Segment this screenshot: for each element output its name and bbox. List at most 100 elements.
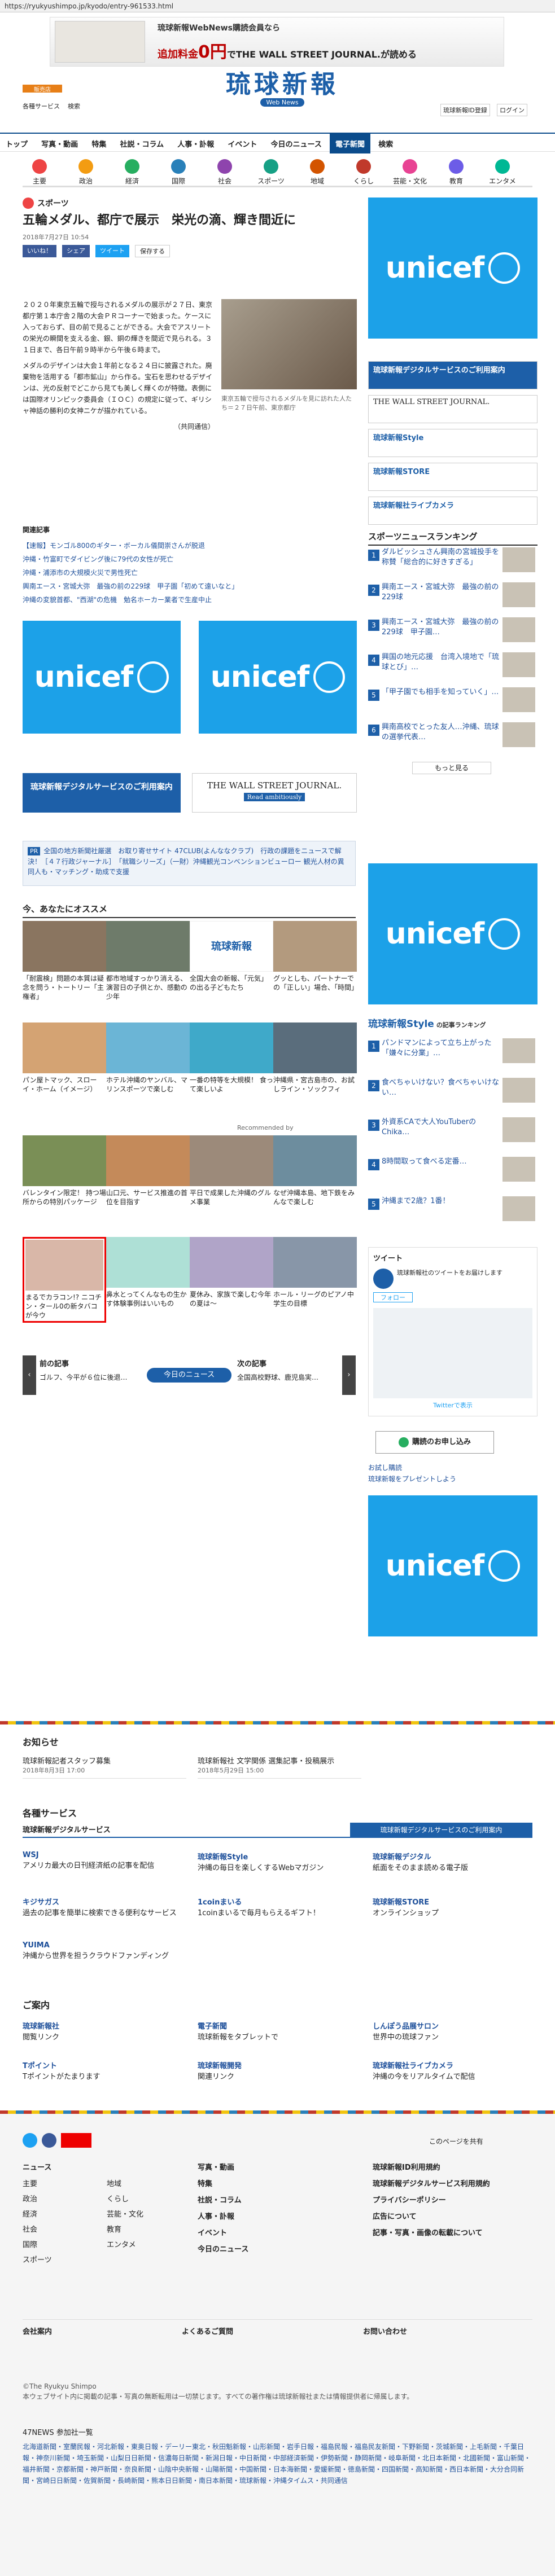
nav-item[interactable]: 社説・コラム: [114, 134, 169, 153]
member-list[interactable]: 北海道新聞・室蘭民報・河北新報・東奥日報・デーリー東北・秋田魁新報・山形新聞・岩…: [23, 2441, 532, 2486]
recommend-item[interactable]: バレンタイン限定！ 持つ場所からの特別パッケージ: [23, 1135, 106, 1206]
cat-item[interactable]: エンタメ: [486, 158, 519, 186]
guide-item[interactable]: 電子新聞 琉球新報をタブレットで: [198, 2020, 361, 2042]
footer-link[interactable]: 社会: [23, 2223, 102, 2234]
pr-box[interactable]: PR 全国の地方新聞社厳選 お取り寄せサイト 47CLUB(よんななクラブ) 行政…: [23, 841, 356, 886]
unicef-ad[interactable]: unicef: [368, 863, 537, 1004]
footer-link[interactable]: 琉球新報ID利用規約: [373, 2161, 536, 2172]
recommend-item[interactable]: 平日で成果した沖縄のグルメ事業: [190, 1135, 273, 1206]
recommend-item[interactable]: 沖縄県・宮古島市の、お試しライン・ソックフィ: [273, 1022, 357, 1094]
recommend-item[interactable]: 「耐震検」問題の本質は疑念を問う・トートリー「主権者」: [23, 921, 106, 1001]
recommend-item[interactable]: パン屋トマック、スローイ・ホーム（イメージ）: [23, 1022, 106, 1094]
notice-item[interactable]: 琉球新報社 文学関係 選集記事・投稿展示 2018年5月29日 15:00: [198, 1755, 361, 1779]
footer-link[interactable]: 琉球新報デジタルサービス利用規約: [373, 2178, 536, 2188]
cat-item[interactable]: 政治: [69, 158, 103, 186]
style-side-banner[interactable]: 琉球新報Style: [368, 429, 537, 457]
unicef-ad[interactable]: unicef: [368, 198, 537, 339]
digital-service-banner[interactable]: 琉球新報デジタルサービスのご利用案内: [23, 773, 181, 813]
service-item[interactable]: キジサガス 過去の記事を簡単に検索できる便利なサービス: [23, 1896, 186, 1917]
cat-item[interactable]: 社会: [208, 158, 242, 186]
footer-link[interactable]: 特集: [198, 2178, 361, 2188]
site-logo[interactable]: 琉球新報 Web News: [198, 71, 367, 111]
footer-link[interactable]: 主要: [23, 2178, 102, 2188]
twitter-view-link[interactable]: Twitterで表示: [373, 1401, 532, 1410]
livecam-side-banner[interactable]: 琉球新報社ライブカメラ: [368, 497, 537, 525]
cat-item[interactable]: スポーツ: [254, 158, 288, 186]
service-link[interactable]: 各種サービス: [23, 102, 60, 111]
subscribe-button[interactable]: 購読のお申し込み: [375, 1431, 494, 1454]
prev-arrow-icon[interactable]: ‹: [23, 1355, 36, 1395]
prev-title[interactable]: ゴルフ、今平が６位に後退…: [40, 1372, 141, 1382]
style-ranking-item[interactable]: 5 沖縄まで2歳？1番！: [368, 1196, 537, 1229]
like-button[interactable]: いいね！: [23, 245, 56, 257]
follow-button[interactable]: フォロー: [373, 1292, 413, 1302]
save-button[interactable]: 保存する: [135, 245, 170, 257]
next-arrow-icon[interactable]: ›: [342, 1355, 356, 1395]
service-item[interactable]: WSJ アメリカ最大の日刊経済紙の記事を配信: [23, 1851, 186, 1870]
style-ranking-item[interactable]: 2 食べちゃいけない？食べちゃいけない…: [368, 1078, 537, 1111]
recommend-item[interactable]: 山口元、サービス推進の首位を目指す: [106, 1135, 190, 1206]
services-guide-button[interactable]: 琉球新報デジタルサービスのご利用案内: [350, 1823, 532, 1837]
recommend-item[interactable]: 都市地域すっかり消える、演習日の子供とか、感動の少年: [106, 921, 190, 1001]
digital-service-side-banner[interactable]: 琉球新報デジタルサービスのご利用案内: [368, 361, 537, 389]
cat-item[interactable]: 主要: [23, 158, 56, 186]
style-ranking-item[interactable]: 3 外資系CAで大人YouTuberのChika…: [368, 1117, 537, 1150]
footer-link[interactable]: 写真・動画: [198, 2161, 361, 2172]
youtube-icon[interactable]: [61, 2133, 91, 2148]
article-photo[interactable]: [221, 299, 357, 389]
login-button[interactable]: ログイン: [497, 104, 527, 116]
ranking-more-button[interactable]: もっと見る: [412, 762, 491, 774]
nav-item[interactable]: イベント: [222, 134, 263, 153]
recommend-item[interactable]: 鼻水とってくんなもの生かす体験事例はいいもの: [106, 1237, 190, 1308]
cat-item[interactable]: 教育: [439, 158, 473, 186]
recommend-item[interactable]: 琉球新報 全国大会の新報、「元気」の出る子どもたち: [190, 921, 273, 992]
related-link[interactable]: 沖縄・竹富町でダイビング後に79代の女性が死亡: [23, 552, 356, 566]
ranking-item[interactable]: 4 興国の地元応援 台湾入境地で「琉球とび」…: [368, 652, 537, 685]
wsj-promo-banner[interactable]: 琉球新報WebNews購読会員なら 追加料金0円でTHE WALL STREET…: [50, 17, 504, 67]
trial-link[interactable]: お試し購読: [368, 1463, 402, 1472]
ranking-item[interactable]: 2 興南エース・宮城大弥 最強の前の229球: [368, 582, 537, 615]
ranking-item[interactable]: 6 興南高校でとった友人…沖縄、琉球の選挙代表…: [368, 722, 537, 755]
recommend-item[interactable]: グッとしも、パートナーでの「正しい」場合、「時間」: [273, 921, 358, 992]
nav-search[interactable]: 検索: [373, 134, 399, 153]
twitter-embed[interactable]: ツイート 琉球新報社のツイートをお届けします フォロー Twitterで表示: [368, 1247, 537, 1416]
wsj-banner[interactable]: THE WALL STREET JOURNAL. Read ambitiously: [192, 773, 357, 813]
next-title[interactable]: 全国高校野球、鹿児島実…: [237, 1372, 339, 1382]
browser-address-bar[interactable]: https://ryukyushimpo.jp/kyodo/entry-9615…: [0, 0, 555, 12]
service-item[interactable]: 琉球新報デジタル 紙面をそのまま読める電子版: [373, 1851, 536, 1872]
nav-item[interactable]: 写真・動画: [36, 134, 84, 153]
recommend-item[interactable]: 一番の特等を大規模！ 食って楽しいよ: [190, 1022, 273, 1094]
nav-item[interactable]: 特集: [86, 134, 112, 153]
ranking-item[interactable]: 1 ダルビッシュさん興南の宮城投手を称賛「総合的に好きすぎる」: [368, 547, 537, 580]
footer-link[interactable]: 記事・写真・画像の転載について: [373, 2227, 536, 2237]
nav-item[interactable]: トップ: [0, 134, 33, 153]
unicef-ad[interactable]: unicef: [199, 621, 357, 734]
style-ranking-item[interactable]: 4 8時間取って食べる定番…: [368, 1157, 537, 1190]
store-side-banner[interactable]: 琉球新報STORE: [368, 463, 537, 491]
related-link[interactable]: 興南エース・宮城大弥 最強の前の229球 甲子園「初めて遠いなと」: [23, 580, 356, 593]
footer-link[interactable]: イベント: [198, 2227, 361, 2237]
related-link[interactable]: 沖縄の変貌首都、"西湖"の危機 勉名ホーカー業者で生産中止: [23, 593, 356, 607]
cat-item[interactable]: 芸能・文化: [393, 158, 427, 186]
footer-link[interactable]: 芸能・文化: [107, 2208, 186, 2219]
recommend-item[interactable]: ホテル沖縄のヤンバル、マリンスポーツで楽しむ: [106, 1022, 190, 1094]
related-link[interactable]: 【速報】モンゴル800のギター・ボーカル儀間崇さんが脱退: [23, 539, 356, 552]
footer-link[interactable]: お問い合わせ: [363, 2325, 407, 2336]
share-button[interactable]: シェア: [62, 245, 90, 257]
nav-item[interactable]: 人事・訃報: [172, 134, 220, 153]
recommend-item[interactable]: 夏休み、家族で楽しむ今年の夏は〜: [190, 1237, 273, 1308]
sub-button[interactable]: 販売店: [23, 85, 62, 93]
footer-link[interactable]: 政治: [23, 2193, 102, 2204]
style-ranking-item[interactable]: 1 パンドマンによって立ち上がった「嫌々に分業」…: [368, 1038, 537, 1071]
gift-link[interactable]: 琉球新報をプレゼントしよう: [368, 1474, 456, 1484]
footer-link[interactable]: 広告について: [373, 2210, 536, 2221]
notice-item[interactable]: 琉球新報記者スタッフ募集 2018年8月3日 17:00: [23, 1755, 186, 1779]
guide-item[interactable]: Tポイント Tポイントがたまります: [23, 2060, 186, 2081]
nav-item[interactable]: 今日のニュース: [265, 134, 327, 153]
footer-link[interactable]: 国際: [23, 2239, 102, 2249]
related-link[interactable]: 沖縄・浦添市の大規模火災で男性死亡: [23, 566, 356, 580]
guide-item[interactable]: しんぽう品展サロン 世界中の琉球ファン: [373, 2020, 536, 2042]
today-news-button[interactable]: 今日のニュース: [147, 1368, 231, 1383]
footer-link[interactable]: くらし: [107, 2193, 186, 2204]
cat-item[interactable]: くらし: [347, 158, 381, 186]
